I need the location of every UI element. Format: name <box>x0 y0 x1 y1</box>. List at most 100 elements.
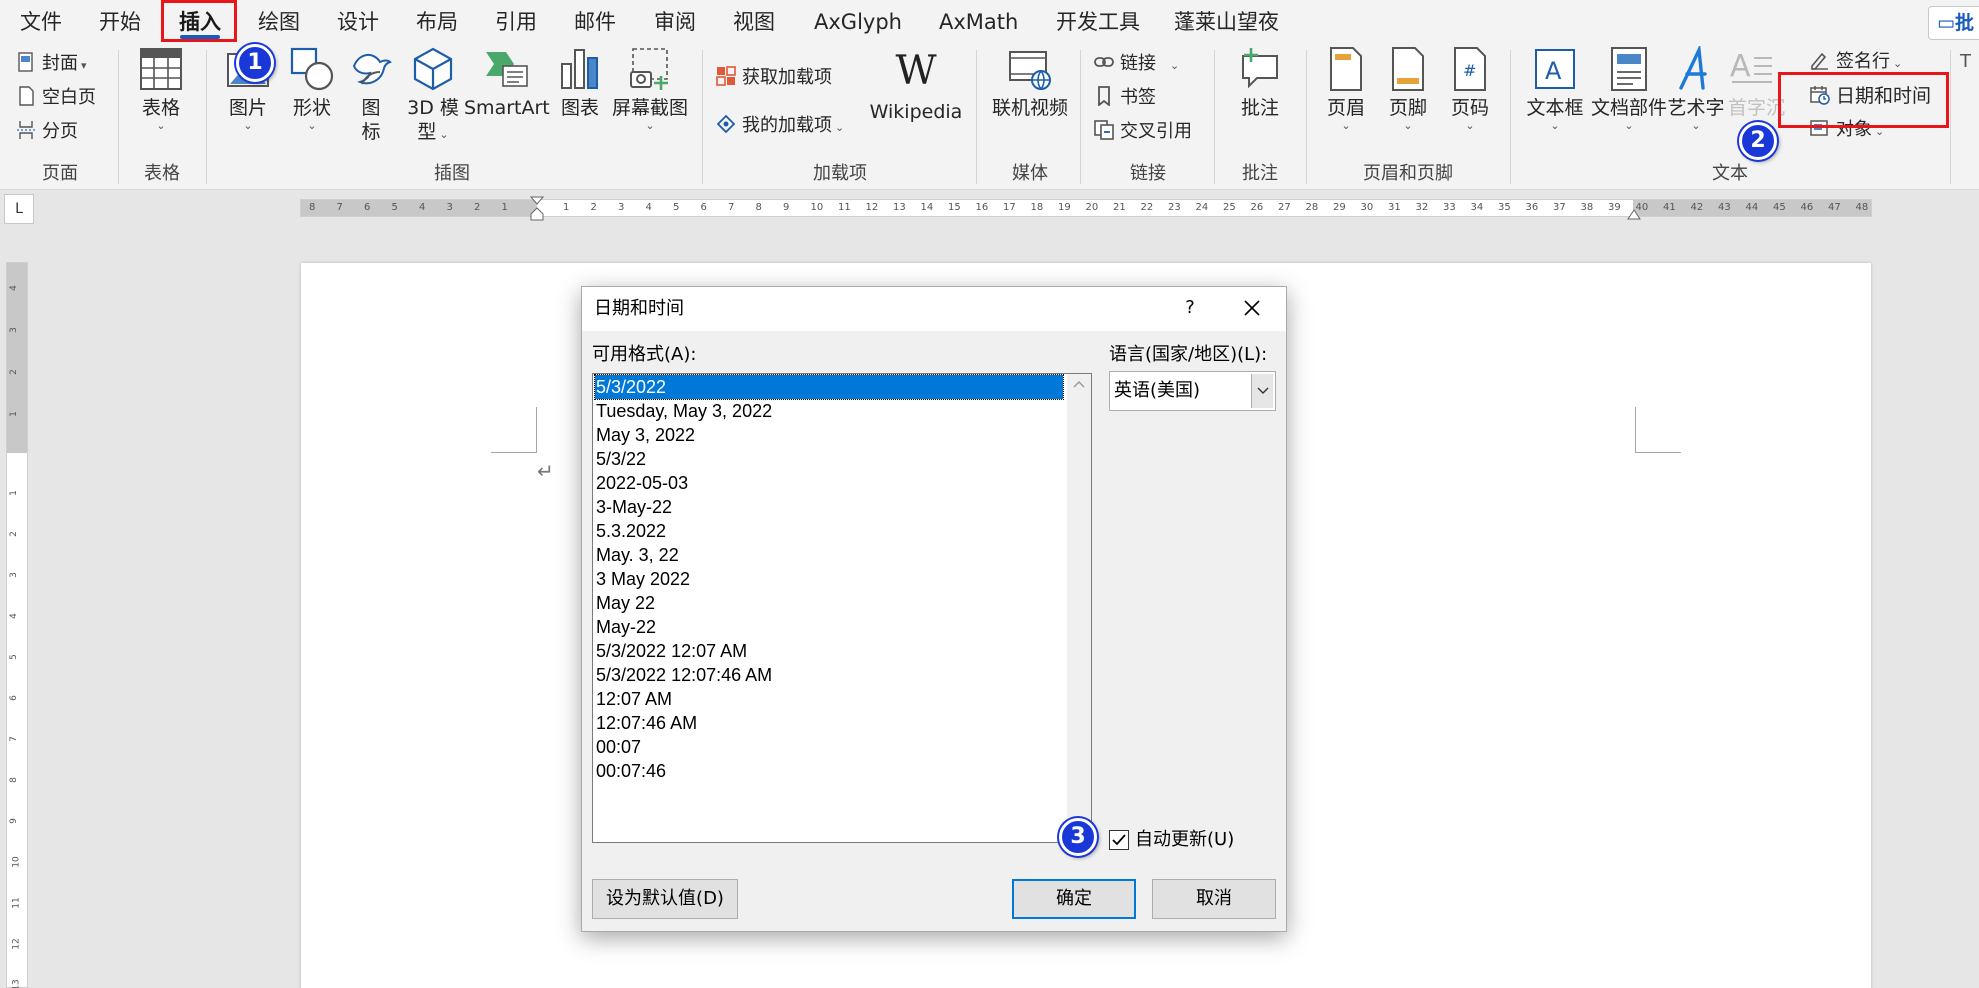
get-addins-button[interactable]: 获取加载项 <box>716 64 832 92</box>
scroll-up-icon[interactable] <box>1073 380 1085 388</box>
tab-axglyph[interactable]: AxGlyph <box>814 6 902 38</box>
bookmark-button[interactable]: 书签 <box>1094 84 1156 112</box>
ruler-tick-label: 7 <box>336 202 343 213</box>
format-option[interactable]: 3 May 2022 <box>595 567 1063 591</box>
chart-button[interactable]: 图表 <box>552 46 608 120</box>
format-option[interactable]: 12:07:46 AM <box>595 711 1063 735</box>
format-option[interactable]: Tuesday, May 3, 2022 <box>595 399 1063 423</box>
separator <box>1080 50 1081 184</box>
ruler-tick-label: 14 <box>920 202 934 213</box>
format-option[interactable]: 3-May-22 <box>595 495 1063 519</box>
tab-layout[interactable]: 布局 <box>416 6 458 38</box>
vertical-ruler[interactable]: 4 3 2 1 1 2 3 4 5 6 7 8 9 10 11 12 13 <box>6 262 28 988</box>
tab-axmath[interactable]: AxMath <box>939 6 1018 38</box>
tab-view[interactable]: 视图 <box>733 6 775 38</box>
chevron-down-icon <box>1257 387 1269 394</box>
cross-reference-button[interactable]: 交叉引用 <box>1094 118 1192 146</box>
table-button[interactable]: 表格 ⌄ <box>128 46 194 132</box>
tab-developer[interactable]: 开发工具 <box>1056 6 1140 38</box>
ruler-tick-label: 47 <box>1828 202 1841 213</box>
ruler-tick-label: 30 <box>1360 202 1374 213</box>
close-button[interactable] <box>1230 291 1274 325</box>
vruler-tick-label: 7 <box>8 736 19 742</box>
vruler-tick-label: 5 <box>8 654 19 660</box>
ok-button[interactable]: 确定 <box>1012 879 1136 919</box>
paragraph-mark: ↵ <box>537 459 554 483</box>
format-option[interactable]: May-22 <box>595 615 1063 639</box>
3d-models-button[interactable]: 3D 模 型 ⌄ <box>398 46 468 147</box>
comments-button[interactable]: ▭批 <box>1928 6 1979 40</box>
tab-references[interactable]: 引用 <box>495 6 537 38</box>
wordart-button[interactable]: 艺术字 ⌄ <box>1666 46 1726 132</box>
help-button[interactable]: ? <box>1172 291 1208 325</box>
language-label: 语言(国家/地区)(L): <box>1109 344 1268 365</box>
ruler-tick-label: 2 <box>474 202 481 213</box>
ruler-tick-label: 48 <box>1855 202 1869 213</box>
format-option[interactable]: 5/3/2022 <box>594 374 1064 400</box>
ruler-tick-label: 44 <box>1745 202 1759 213</box>
format-option[interactable]: 12:07 AM <box>595 687 1063 711</box>
tab-review[interactable]: 审阅 <box>654 6 696 38</box>
ruler-tick-label: 33 <box>1443 202 1456 213</box>
header-button[interactable]: 页眉 ⌄ <box>1318 46 1374 132</box>
signature-icon <box>1811 52 1828 70</box>
formats-listbox[interactable]: 5/3/2022 Tuesday, May 3, 2022 May 3, 2022 5… <box>592 373 1092 843</box>
shapes-button[interactable]: 形状 ⌄ <box>282 46 342 132</box>
screenshot-button[interactable]: 屏幕截图 ⌄ <box>610 46 690 132</box>
bookmark-icon <box>1098 86 1110 106</box>
online-video-button[interactable]: 联机视频 <box>986 46 1074 120</box>
format-option[interactable]: 2022-05-03 <box>595 471 1063 495</box>
page-break-button[interactable]: 分页 <box>16 118 78 146</box>
format-option[interactable]: 00:07 <box>595 735 1063 759</box>
format-option[interactable]: May 3, 2022 <box>595 423 1063 447</box>
page-number-button[interactable]: # 页码 ⌄ <box>1442 46 1498 132</box>
group-label-pages: 页面 <box>42 163 78 184</box>
tab-design[interactable]: 设计 <box>337 6 379 38</box>
auto-update-checkbox[interactable] <box>1109 830 1129 850</box>
format-option[interactable]: 5/3/22 <box>595 447 1063 471</box>
language-select[interactable]: 英语(美国) <box>1109 371 1276 411</box>
format-option[interactable]: 5/3/2022 12:07:46 AM <box>595 663 1063 687</box>
overflow-text-icon[interactable]: T <box>1960 48 1971 76</box>
format-option[interactable]: 5/3/2022 12:07 AM <box>595 639 1063 663</box>
tab-custom[interactable]: 蓬莱山望夜 <box>1174 6 1279 38</box>
ruler-tick-label: 25 <box>1223 202 1236 213</box>
footer-button[interactable]: 页脚 ⌄ <box>1380 46 1436 132</box>
listbox-scrollbar[interactable] <box>1067 374 1091 842</box>
vruler-tick-label: 2 <box>8 531 19 537</box>
group-label-comments: 批注 <box>1242 163 1278 184</box>
vruler-tick-label: 12 <box>11 938 22 950</box>
new-comment-button[interactable]: 批注 <box>1224 46 1296 120</box>
my-addins-button[interactable]: 我的加载项 ⌄ <box>716 112 844 140</box>
ruler-tick-label: 34 <box>1470 202 1484 213</box>
horizontal-ruler[interactable]: 87654321 1 2 3 4 5 6 7 8 9 10 11 12 13 14 15 16 17 18 19 20… <box>300 196 1872 221</box>
icons-button[interactable]: 图 标 <box>344 46 398 144</box>
tab-stop-selector[interactable]: L <box>4 194 34 224</box>
format-option[interactable]: 5.3.2022 <box>595 519 1063 543</box>
indent-marker[interactable] <box>530 196 544 222</box>
quick-parts-button[interactable]: 文档部件 ⌄ <box>1590 46 1668 132</box>
tab-mailings[interactable]: 邮件 <box>574 6 616 38</box>
set-default-button[interactable]: 设为默认值(D) <box>592 879 738 919</box>
cover-page-button[interactable]: 封面 ▾ <box>16 50 87 78</box>
format-option[interactable]: May 22 <box>595 591 1063 615</box>
cancel-button[interactable]: 取消 <box>1152 879 1276 919</box>
cube-icon <box>413 47 453 91</box>
wikipedia-button[interactable]: W Wikipedia <box>866 46 966 124</box>
tab-home[interactable]: 开始 <box>99 6 141 38</box>
right-indent-marker[interactable] <box>1627 208 1641 220</box>
smartart-button[interactable]: SmartArt <box>464 46 550 120</box>
format-option[interactable]: May. 3, 22 <box>595 543 1063 567</box>
link-button[interactable]: 链接 ⌄ <box>1094 50 1179 78</box>
vruler-top-margin <box>7 263 27 453</box>
drop-cap-button[interactable]: A 首字沉 <box>1728 46 1785 120</box>
tab-file[interactable]: 文件 <box>20 6 62 38</box>
ruler-tick-label: 41 <box>1663 202 1676 213</box>
text-box-button[interactable]: A 文本框 ⌄ <box>1522 46 1588 132</box>
language-dropdown-button[interactable] <box>1251 374 1273 408</box>
chart-icon <box>561 49 598 89</box>
ruler-tick-label: 5 <box>391 202 398 213</box>
tab-draw[interactable]: 绘图 <box>258 6 300 38</box>
blank-page-button[interactable]: 空白页 <box>16 84 96 112</box>
format-option[interactable]: 00:07:46 <box>595 759 1063 783</box>
